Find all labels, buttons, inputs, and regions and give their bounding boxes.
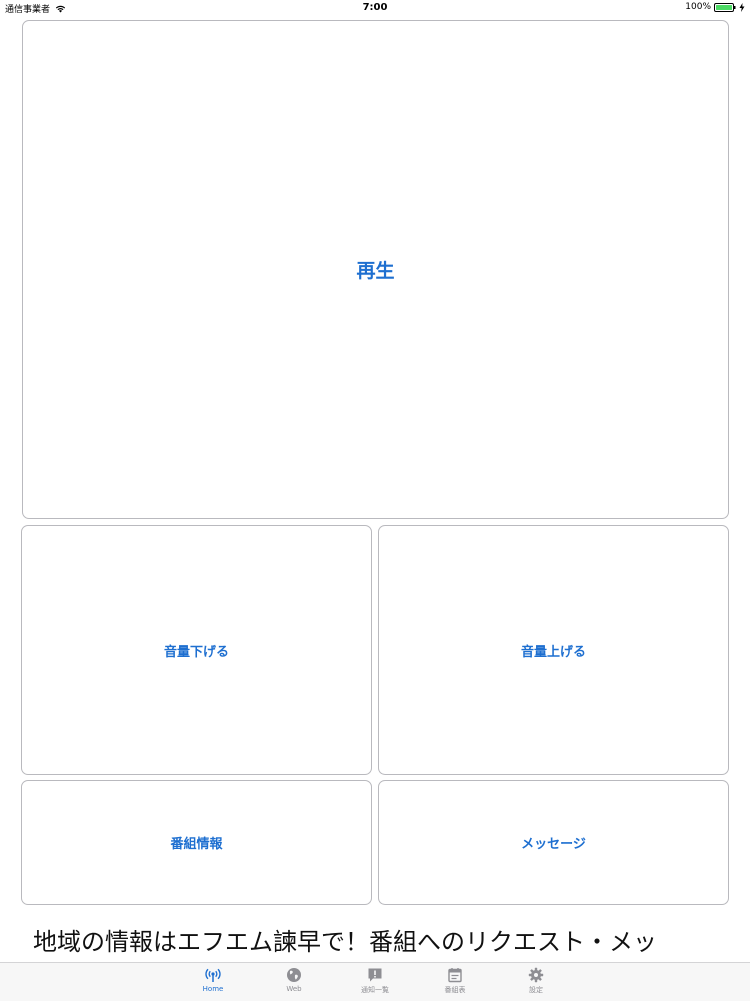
play-label: 再生: [356, 260, 395, 282]
tab-home-label: Home: [202, 985, 224, 993]
charging-bolt-icon: [739, 2, 745, 12]
program-info-label: 番組情報: [170, 837, 223, 852]
volume-down-label: 音量下げる: [163, 644, 229, 660]
message-button[interactable]: メッセージ: [378, 780, 729, 905]
tab-settings[interactable]: 設定: [506, 967, 566, 995]
notice-icon: [368, 968, 382, 982]
volume-up-button[interactable]: 音量上げる: [378, 525, 729, 775]
tab-web-label: Web: [286, 985, 302, 993]
play-button[interactable]: 再生: [22, 20, 729, 519]
antenna-icon: [205, 968, 221, 982]
tab-notice-label: 通知一覧: [361, 986, 389, 994]
message-label: メッセージ: [521, 837, 586, 852]
volume-up-label: 音量上げる: [520, 644, 586, 660]
news-ticker: 地域の情報はエフエム諫早で！番組へのリクエスト・メッ: [0, 912, 750, 960]
tab-bar: Home Web 通知一覧 番組表 設定: [0, 962, 750, 1001]
status-bar: 通信事業者 7:00 100%: [0, 0, 750, 16]
gear-icon: [528, 967, 544, 983]
tab-notice[interactable]: 通知一覧: [345, 967, 405, 995]
globe-icon: [287, 968, 301, 982]
calendar-icon: [448, 968, 462, 983]
tab-web[interactable]: Web: [264, 967, 324, 993]
ticker-text: 地域の情報はエフエム諫早で！番組へのリクエスト・メッ: [33, 928, 657, 956]
program-info-button[interactable]: 番組情報: [21, 780, 372, 905]
battery-icon: [714, 2, 736, 12]
volume-down-button[interactable]: 音量下げる: [21, 525, 372, 775]
tab-program[interactable]: 番組表: [425, 967, 485, 995]
tab-settings-label: 設定: [529, 986, 543, 994]
battery-percent: 100%: [685, 2, 711, 12]
tab-program-label: 番組表: [444, 986, 466, 994]
status-time: 7:00: [362, 2, 388, 13]
status-right: 100%: [685, 2, 745, 12]
tab-home[interactable]: Home: [183, 967, 243, 993]
